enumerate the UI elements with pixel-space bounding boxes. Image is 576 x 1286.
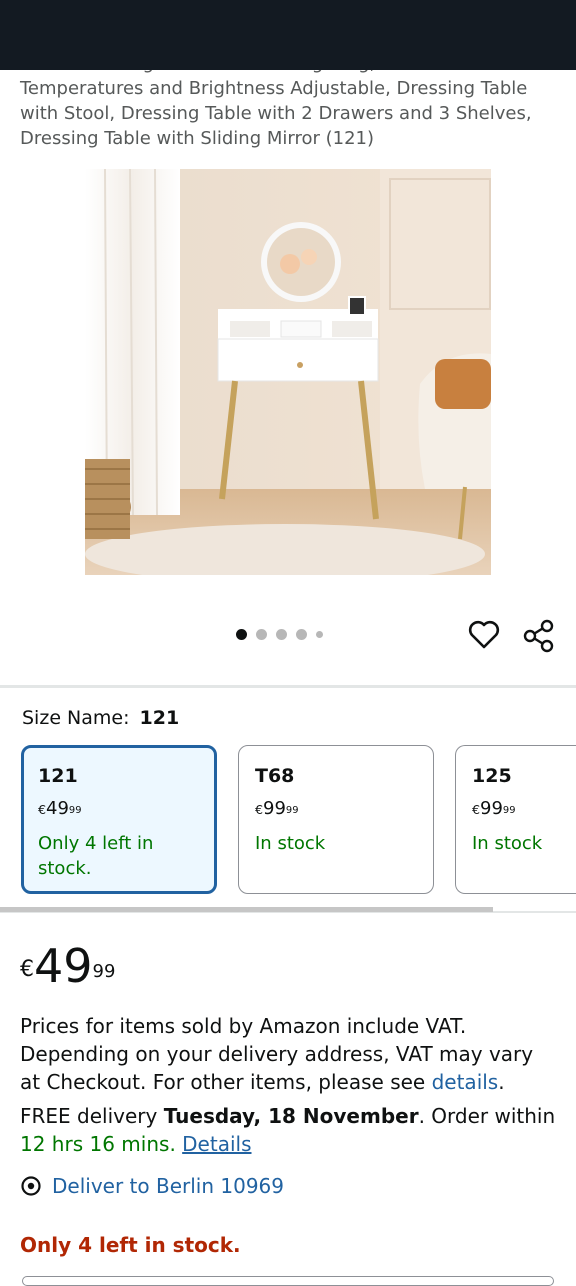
size-option-stock: Only 4 left in stock.: [38, 833, 154, 879]
dressing-table-photo: [85, 169, 491, 575]
size-selected-value: 121: [139, 707, 180, 729]
size-option-name: 121: [38, 765, 78, 787]
size-option-name: T68: [255, 765, 295, 787]
product-price: €4999: [20, 939, 116, 993]
status-bar: [0, 0, 576, 70]
share-icon: [523, 619, 554, 653]
size-selector-label: Size Name: 121: [22, 707, 179, 729]
size-option-stock: In stock: [472, 833, 543, 854]
product-image[interactable]: [85, 169, 491, 575]
delivery-date: Tuesday, 18 November: [163, 1104, 419, 1128]
vat-notice: Prices for items sold by Amazon include …: [20, 1014, 534, 1094]
size-scrollbar[interactable]: [0, 907, 493, 912]
location-pin-icon: [21, 1176, 41, 1196]
size-option-price: €9999: [255, 798, 299, 819]
carousel-dot-1[interactable]: [236, 629, 247, 640]
vat-details-link[interactable]: details: [432, 1070, 499, 1094]
carousel-dot-5[interactable]: [316, 631, 323, 638]
deliver-to-text: Deliver to Berlin 10969: [52, 1174, 284, 1198]
product-title-line-3: Dressing Table with Sliding Mirror (121): [20, 128, 374, 149]
size-option-name: 125: [472, 765, 512, 787]
product-title: DATO Dressing Table with LED Lighting, 3…: [20, 62, 540, 151]
section-divider: [0, 685, 576, 688]
delivery-info: FREE delivery Tuesday, 18 November. Orde…: [20, 1104, 556, 1156]
deliver-to-location[interactable]: Deliver to Berlin 10969: [20, 1174, 284, 1198]
size-label: Size Name:: [22, 707, 130, 729]
image-carousel-dots[interactable]: [236, 629, 323, 640]
carousel-dot-2[interactable]: [256, 629, 267, 640]
carousel-dot-4[interactable]: [296, 629, 307, 640]
delivery-details-link[interactable]: Details: [182, 1132, 251, 1156]
size-option-t68[interactable]: T68 €9999 In stock: [238, 745, 434, 894]
order-countdown: 12 hrs 16 mins: [20, 1132, 170, 1156]
stock-warning: Only 4 left in stock.: [20, 1233, 241, 1257]
quantity-selector-edge[interactable]: [22, 1276, 554, 1286]
carousel-dot-3[interactable]: [276, 629, 287, 640]
size-option-stock: In stock: [255, 833, 326, 854]
product-title-line-2: with Stool, Dressing Table with 2 Drawer…: [20, 103, 532, 124]
product-title-line-1: Temperatures and Brightness Adjustable, …: [20, 78, 528, 99]
size-option-price: €9999: [472, 798, 516, 819]
size-option-121[interactable]: 121 €4999 Only 4 left in stock.: [21, 745, 217, 894]
size-option-125[interactable]: 125 €9999 In stock: [455, 745, 576, 894]
share-button[interactable]: [521, 618, 557, 654]
size-option-price: €4999: [38, 798, 82, 819]
heart-icon: [468, 620, 500, 649]
wishlist-button[interactable]: [467, 618, 501, 652]
